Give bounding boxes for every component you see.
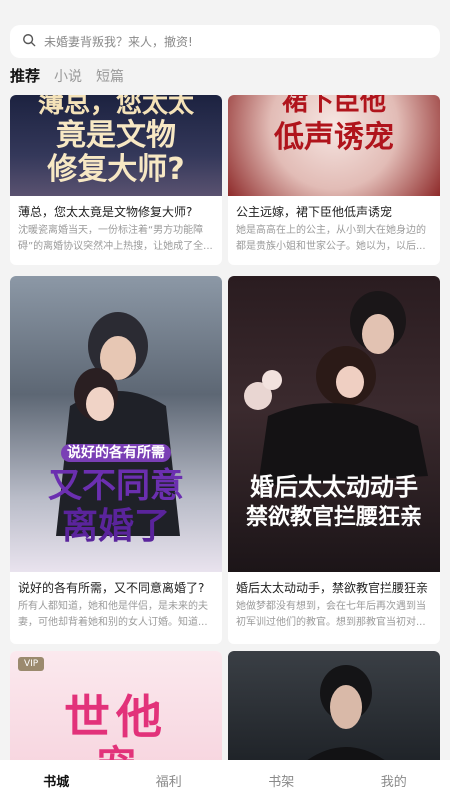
book-feed[interactable]: 薄总，您太太 竟是文物 修复大师? 薄总，您太太竟是文物修复大师? 沈暖瓷离婚当… <box>0 95 450 760</box>
nav-profile[interactable]: 我的 <box>338 771 450 790</box>
cover-title-line: 禁欲教官拦腰狂亲 <box>245 505 422 530</box>
book-title: 婚后太太动动手，禁欲教官拦腰狂亲 <box>236 581 429 595</box>
nav-bookshelf[interactable]: 书架 <box>225 771 338 790</box>
cover-title-line: 婚后太太动动手 <box>250 473 418 501</box>
cover-title-line: 说好的各有所需 <box>10 444 222 462</box>
book-card[interactable]: 裙下臣他 低声诱宠 公主远嫁，裙下臣他低声诱宠 她是高高在上的公主，从小到大在她… <box>228 95 440 265</box>
search-icon <box>22 32 36 51</box>
cover-title-line: 世他 <box>64 690 168 744</box>
book-cover: VIP 世他 宠 <box>10 651 222 760</box>
book-title: 公主远嫁，裙下臣他低声诱宠 <box>236 205 393 219</box>
cover-title-line: 裙下臣他 <box>281 95 386 117</box>
book-cover: 薄总，您太太 竟是文物 修复大师? <box>10 95 222 196</box>
book-description: 沈暖瓷离婚当天，一份标注着“男方功能障碍”的离婚协议突然冲上热搜，让她成了全..… <box>18 225 213 252</box>
bottom-nav: 书城 福利 书架 我的 <box>0 760 450 800</box>
category-tabs: 推荐 小说 短篇 <box>10 64 138 86</box>
book-cover: 婚后太太动动手 禁欲教官拦腰狂亲 <box>228 276 440 572</box>
book-cover <box>228 651 440 760</box>
cover-title-line: 离婚了 <box>61 506 170 547</box>
cover-title-line: 低声诱宠 <box>274 120 394 155</box>
tab-short[interactable]: 短篇 <box>96 66 124 86</box>
vip-badge: VIP <box>18 657 45 671</box>
search-placeholder: 未婚妻背叛我？来人，撤资! <box>44 35 193 49</box>
book-cover: 说好的各有所需 又不同意 离婚了 <box>10 276 222 572</box>
book-description: 她是高高在上的公主，从小到大在她身边的都是贵族小姐和世家公子。她以为，以后... <box>236 225 426 252</box>
book-cover: 裙下臣他 低声诱宠 <box>228 95 440 196</box>
book-title: 说好的各有所需，又不同意离婚了? <box>18 581 205 595</box>
cover-title-line: 又不同意 <box>48 466 184 506</box>
book-card[interactable]: 说好的各有所需 又不同意 离婚了 说好的各有所需，又不同意离婚了? 所有人都知道… <box>10 276 222 644</box>
cover-title-line: 修复大师? <box>47 152 185 187</box>
cover-title-line: 宠 <box>10 743 222 760</box>
search-bar[interactable]: 未婚妻背叛我？来人，撤资! <box>10 25 440 58</box>
cover-title-line: 薄总，您太太 <box>37 95 194 119</box>
cover-title-line: 竟是文物 <box>56 118 176 153</box>
book-description: 她做梦都没有想到，会在七年后再次遇到当初军训过他们的教官。想到那教官当初对... <box>236 601 426 628</box>
book-card[interactable]: 薄总，您太太 竟是文物 修复大师? 薄总，您太太竟是文物修复大师? 沈暖瓷离婚当… <box>10 95 222 265</box>
book-description: 所有人都知道，她和他是伴侣，是未来的夫妻，可他却背着她和别的女人订婚。知道... <box>18 601 208 628</box>
nav-bookstore[interactable]: 书城 <box>0 771 113 790</box>
book-card[interactable]: VIP 世他 宠 <box>10 651 222 760</box>
book-card[interactable] <box>228 651 440 760</box>
book-title: 薄总，您太太竟是文物修复大师? <box>18 205 193 219</box>
nav-welfare[interactable]: 福利 <box>113 771 226 790</box>
book-card[interactable]: 婚后太太动动手 禁欲教官拦腰狂亲 婚后太太动动手，禁欲教官拦腰狂亲 她做梦都没有… <box>228 276 440 644</box>
tab-recommend[interactable]: 推荐 <box>10 65 40 86</box>
man-illustration <box>307 665 385 760</box>
tab-novel[interactable]: 小说 <box>54 66 82 86</box>
